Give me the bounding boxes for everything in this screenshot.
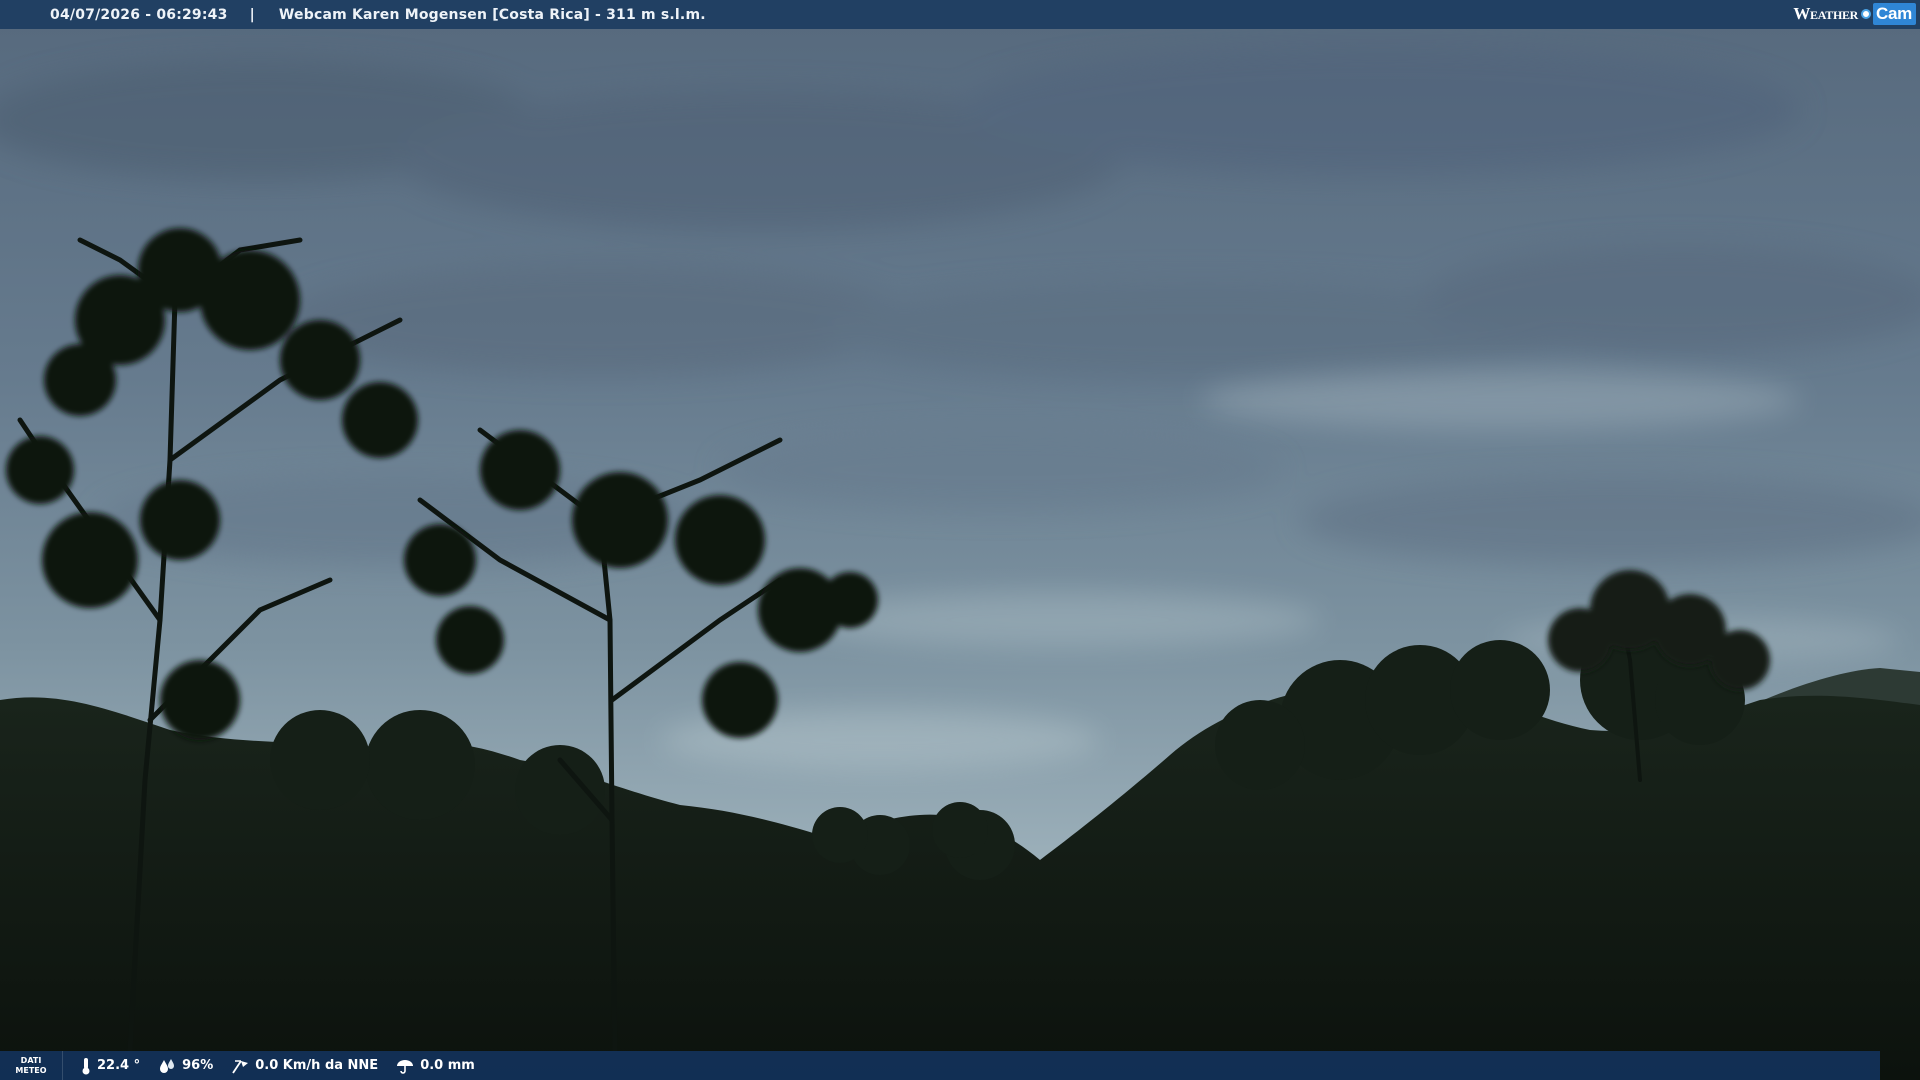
brand-dot-icon — [1861, 9, 1872, 19]
webcam-view: 04/07/2026 - 06:29:43 | Webcam Karen Mog… — [0, 0, 1920, 1080]
thermometer-icon — [82, 1057, 90, 1074]
rain-value: 0.0 mm — [420, 1058, 475, 1073]
meteo-label-line1: DATI — [20, 1055, 42, 1065]
rain-metric: 0.0 mm — [396, 1058, 475, 1074]
webcam-image — [0, 0, 1920, 1080]
wind-value: 0.0 Km/h da NNE — [255, 1058, 379, 1073]
weathercam-logo[interactable]: Weather Cam — [1793, 3, 1916, 25]
humidity-value: 96% — [182, 1058, 214, 1073]
meteo-label-line2: METEO — [15, 1065, 47, 1075]
temperature-value: 22.4 ° — [97, 1058, 141, 1073]
top-info-bar: 04/07/2026 - 06:29:43 | Webcam Karen Mog… — [0, 0, 1920, 29]
camera-title: Webcam Karen Mogensen [Costa Rica] - 311… — [278, 6, 706, 23]
wind-icon — [232, 1059, 249, 1073]
wind-metric: 0.0 Km/h da NNE — [231, 1058, 378, 1074]
humidity-drop-icon — [160, 1058, 175, 1073]
temperature-metric: 22.4 ° — [81, 1057, 140, 1075]
brand-cam-text: Cam — [1873, 3, 1916, 25]
weather-data-bar: DATI METEO 22.4 ° 96% 0.0 Km/h da NNE 0.… — [0, 1051, 1880, 1080]
brand-weather-text: Weather — [1793, 4, 1859, 23]
capture-datetime: 04/07/2026 - 06:29:43 — [50, 6, 228, 23]
meteo-label: DATI METEO — [0, 1051, 63, 1080]
rain-umbrella-icon — [397, 1059, 414, 1074]
humidity-metric: 96% — [158, 1058, 213, 1074]
header-separator: | — [249, 6, 255, 23]
